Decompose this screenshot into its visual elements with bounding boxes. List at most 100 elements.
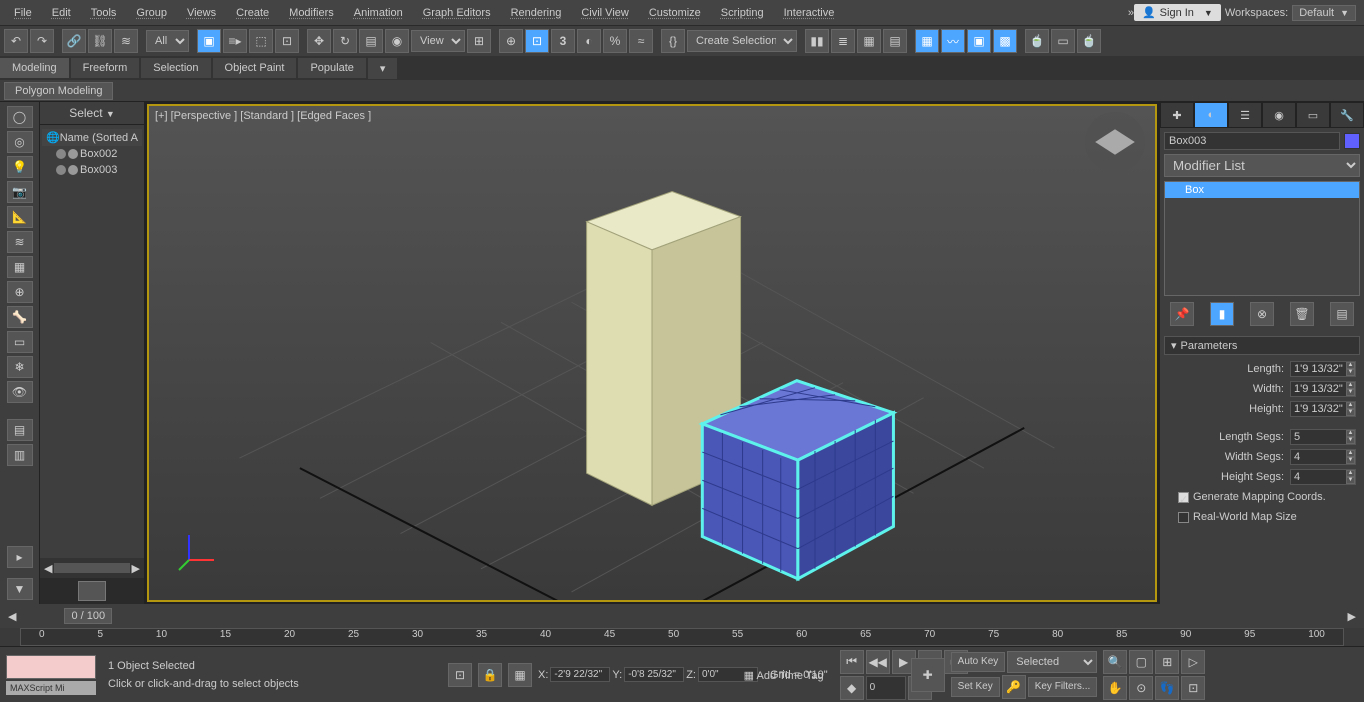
render-button[interactable]: 🍵 (1077, 29, 1101, 53)
tab-object-paint[interactable]: Object Paint (213, 58, 297, 78)
remove-modifier-button[interactable]: 🗑 (1290, 302, 1314, 326)
orbit-button[interactable]: ⊙ (1129, 676, 1153, 700)
lock-icon[interactable]: 🔒 (478, 663, 502, 687)
tab-overflow[interactable]: ▾ (368, 58, 398, 79)
hierarchy-tab[interactable]: ☰ (1228, 102, 1262, 128)
maxscript-label[interactable]: MAXScript Mi (6, 681, 96, 695)
utilities-tab[interactable]: 🔧 (1330, 102, 1364, 128)
display-shapes-icon[interactable]: ◎ (7, 131, 33, 153)
menu-modifiers[interactable]: Modifiers (279, 3, 344, 23)
ref-coord-system[interactable]: View (411, 30, 465, 52)
key-filters-button[interactable]: Key Filters... (1028, 677, 1098, 697)
display-helpers-icon[interactable]: 📐 (7, 206, 33, 228)
maxscript-mini-listener[interactable] (6, 655, 96, 679)
pan-view-button[interactable]: ✋ (1103, 676, 1127, 700)
show-result-button[interactable]: ▮ (1210, 302, 1234, 326)
link-button[interactable]: 🔗 (62, 29, 86, 53)
tree-row[interactable]: Box003 (42, 162, 142, 178)
bind-button[interactable]: ≋ (114, 29, 138, 53)
selection-lock-icon[interactable]: ⊡ (448, 663, 472, 687)
angle-snap-toggle[interactable]: ⊡ (525, 29, 549, 53)
menu-civil-view[interactable]: Civil View (571, 3, 638, 23)
pivot-button[interactable]: ⊞ (467, 29, 491, 53)
object-name-input[interactable] (1164, 132, 1340, 150)
prev-frame-button[interactable]: ◀◀ (866, 650, 890, 674)
perspective-viewport[interactable]: [+] [Perspective ] [Standard ] [Edged Fa… (147, 104, 1157, 602)
percent-snap[interactable]: % (603, 29, 627, 53)
schematic-button[interactable]: ▣ (967, 29, 991, 53)
display-hidden-icon[interactable]: 👁 (7, 381, 33, 403)
tab-populate[interactable]: Populate (298, 58, 365, 78)
auto-key-button[interactable]: Auto Key (951, 652, 1006, 672)
display-cameras-icon[interactable]: 📷 (7, 181, 33, 203)
motion-tab[interactable]: ◉ (1262, 102, 1296, 128)
subtab-polygon-modeling[interactable]: Polygon Modeling (4, 82, 113, 100)
menu-create[interactable]: Create (226, 3, 279, 23)
rect-region-button[interactable]: ⬚ (249, 29, 273, 53)
stack-item-box[interactable]: Box (1165, 182, 1359, 198)
width-segs-spinner[interactable]: ▲▼ (1290, 449, 1356, 465)
workspace-selector[interactable]: Workspaces: Default▼ (1221, 1, 1360, 25)
set-key-button[interactable]: Set Key (951, 677, 1000, 697)
filter-menu-icon[interactable]: ▥ (7, 444, 33, 466)
menu-scripting[interactable]: Scripting (711, 3, 774, 23)
named-selection-set[interactable]: Create Selection Se (687, 30, 797, 52)
configure-sets-button[interactable]: ▤ (1330, 302, 1354, 326)
height-spinner[interactable]: ▲▼ (1290, 401, 1356, 417)
modifier-list-select[interactable]: Modifier List (1164, 154, 1360, 177)
align-button[interactable]: ≣ (831, 29, 855, 53)
menu-animation[interactable]: Animation (344, 3, 413, 23)
tab-modeling[interactable]: Modeling (0, 58, 69, 78)
snap-toggle[interactable]: ⊕ (499, 29, 523, 53)
parameters-rollout-header[interactable]: ▾Parameters (1164, 336, 1360, 355)
freeze-icon[interactable] (68, 149, 78, 159)
display-lights-icon[interactable]: 💡 (7, 156, 33, 178)
frame-indicator[interactable]: 0 / 100 (64, 608, 112, 624)
x-input[interactable] (550, 667, 610, 682)
display-bone-icon[interactable]: 🦴 (7, 306, 33, 328)
menu-rendering[interactable]: Rendering (501, 3, 572, 23)
signin-button[interactable]: 👤 Sign In ▼ (1134, 4, 1221, 21)
menu-tools[interactable]: Tools (81, 3, 127, 23)
time-slider-bar[interactable]: ◀ 0 / 100 ▶ (0, 604, 1364, 628)
undo-button[interactable]: ↶ (4, 29, 28, 53)
display-spacewarp-icon[interactable]: ≋ (7, 231, 33, 253)
material-editor-button[interactable]: ▩ (993, 29, 1017, 53)
modify-tab[interactable]: ◐ (1194, 102, 1228, 128)
menu-group[interactable]: Group (126, 3, 177, 23)
frame-input[interactable] (866, 676, 906, 700)
make-unique-button[interactable]: ⊗ (1250, 302, 1274, 326)
menu-file[interactable]: File (4, 3, 42, 23)
walk-button[interactable]: 👣 (1155, 676, 1179, 700)
zoom-all-button[interactable]: ⊞ (1155, 650, 1179, 674)
placement-button[interactable]: ◉ (385, 29, 409, 53)
max-viewport-button[interactable]: ⊡ (1181, 676, 1205, 700)
pin-stack-button[interactable]: 📌 (1170, 302, 1194, 326)
tab-selection[interactable]: Selection (141, 58, 210, 78)
vis-icon[interactable] (56, 149, 66, 159)
height-segs-spinner[interactable]: ▲▼ (1290, 469, 1356, 485)
expand-icon[interactable]: ▸ (7, 546, 33, 568)
add-time-tag[interactable]: ▦ Add Time Tag (744, 669, 824, 682)
key-mode-button[interactable]: ◆ (840, 676, 864, 700)
y-input[interactable] (624, 667, 684, 682)
layer-button[interactable]: ▦ (857, 29, 881, 53)
percent-snap-toggle[interactable]: 3 (551, 29, 575, 53)
menu-views[interactable]: Views (177, 3, 226, 23)
scene-panel-thumb[interactable] (40, 578, 144, 604)
zoom-extents-button[interactable]: ▢ (1129, 650, 1153, 674)
view-menu-icon[interactable]: ▤ (7, 419, 33, 441)
freeze-icon[interactable] (68, 165, 78, 175)
vis-icon[interactable] (56, 165, 66, 175)
key-mode-select[interactable]: Selected (1007, 651, 1097, 673)
viewcube[interactable] (1085, 112, 1145, 172)
move-button[interactable]: ✥ (307, 29, 331, 53)
gen-mapping-check[interactable]: ✓Generate Mapping Coords. (1168, 489, 1356, 505)
display-geometry-icon[interactable]: ◯ (7, 106, 33, 128)
abs-rel-icon[interactable]: ▦ (508, 663, 532, 687)
time-ruler[interactable]: 0510152025303540455055606570758085909510… (20, 628, 1344, 646)
rotate-button[interactable]: ↻ (333, 29, 357, 53)
scale-button[interactable]: ▤ (359, 29, 383, 53)
big-key-button[interactable]: ✚ (911, 658, 945, 692)
object-color-swatch[interactable] (1344, 133, 1360, 149)
